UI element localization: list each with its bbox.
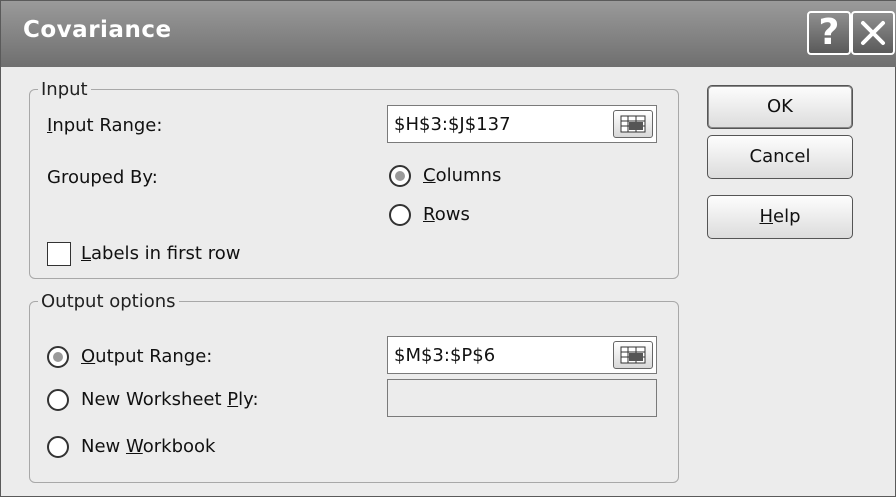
cancel-button[interactable]: Cancel: [707, 135, 853, 179]
ok-button[interactable]: OK: [707, 85, 853, 129]
question-mark-icon: ?: [818, 12, 840, 53]
output-range-collapse-button[interactable]: [613, 341, 653, 369]
input-range-label: Input Range:: [47, 115, 163, 136]
close-icon: [861, 21, 885, 45]
labels-in-first-row-label[interactable]: Labels in first row: [81, 243, 240, 264]
range-selector-icon: [620, 346, 646, 364]
new-workbook-label[interactable]: New Workbook: [81, 436, 215, 457]
dialog-title: Covariance: [23, 17, 172, 43]
grouped-by-label: Grouped By:: [47, 167, 158, 188]
columns-radio[interactable]: [389, 165, 411, 187]
help-button[interactable]: Help: [707, 195, 853, 239]
labels-in-first-row-checkbox[interactable]: [47, 242, 71, 266]
range-selector-icon: [620, 115, 646, 133]
title-bar[interactable]: Covariance ?: [1, 1, 896, 67]
output-range-label[interactable]: Output Range:: [81, 346, 212, 367]
rows-radio[interactable]: [389, 204, 411, 226]
new-worksheet-ply-label[interactable]: New Worksheet Ply:: [81, 389, 259, 410]
covariance-dialog: Covariance ? Input Input Range: $H$3:$J$…: [0, 0, 896, 497]
close-button[interactable]: [851, 11, 895, 55]
output-options-legend: Output options: [41, 291, 176, 312]
new-workbook-radio[interactable]: [47, 436, 69, 458]
input-group-legend: Input: [41, 79, 88, 100]
output-range-radio[interactable]: [47, 346, 69, 368]
dialog-body: Input Input Range: $H$3:$J$137 Grouped B…: [9, 67, 887, 488]
rows-radio-label[interactable]: Rows: [423, 204, 470, 225]
columns-radio-label[interactable]: Columns: [423, 165, 501, 186]
new-worksheet-ply-field[interactable]: [387, 379, 657, 417]
new-worksheet-ply-radio[interactable]: [47, 389, 69, 411]
help-title-button[interactable]: ?: [807, 11, 851, 55]
input-range-collapse-button[interactable]: [613, 110, 653, 138]
